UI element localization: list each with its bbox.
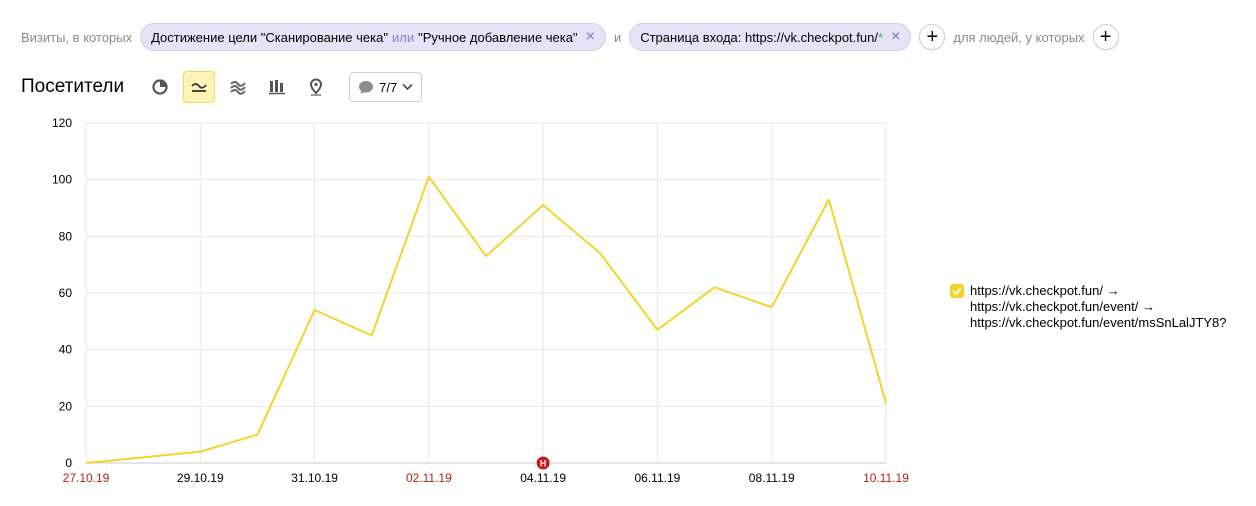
map-view-button[interactable] <box>300 71 332 103</box>
annotation-layer[interactable]: Н <box>535 455 551 471</box>
people-label: для людей, у которых <box>953 29 1085 45</box>
y-tick-label: 100 <box>52 173 72 187</box>
line-chart-view-button[interactable] <box>183 71 216 103</box>
x-tick-label: 10.11.19 <box>863 471 909 485</box>
x-tick-label: 04.11.19 <box>520 471 566 485</box>
bar-chart-icon <box>269 80 286 95</box>
data-point[interactable] <box>312 307 318 313</box>
entry-page-filter-chip[interactable]: Страница входа: https://vk.checkpot.fun/… <box>629 23 912 51</box>
x-tick-label: 31.10.19 <box>291 471 338 485</box>
x-tick-label: 29.10.19 <box>177 471 224 485</box>
notes-button[interactable]: 7/7 <box>349 72 423 102</box>
visits-label: Визиты, в которых <box>21 29 133 45</box>
data-point[interactable] <box>654 327 660 333</box>
series-line <box>85 175 887 464</box>
data-point[interactable] <box>254 432 260 438</box>
x-axis-ticks: 27.10.19 29.10.19 31.10.19 02.11.19 04.11.19… <box>63 471 910 485</box>
notes-count: 7/7 <box>379 79 398 95</box>
close-icon[interactable]: × <box>891 29 900 45</box>
legend-line: https://vk.checkpot.fun/event/msSnLalJTY… <box>970 315 1227 330</box>
x-tick-label: 06.11.19 <box>635 471 681 485</box>
entry-page-filter-text: Страница входа: https://vk.checkpot.fun/ <box>640 29 878 45</box>
plus-icon: + <box>1099 26 1112 48</box>
close-icon[interactable]: × <box>586 29 595 45</box>
data-point[interactable] <box>826 197 832 203</box>
data-point[interactable] <box>197 449 203 455</box>
y-tick-label: 40 <box>59 343 73 357</box>
chart-legend: https://vk.checkpot.fun/ → https://vk.ch… <box>950 283 1227 331</box>
wildcard-star: * <box>877 29 884 45</box>
data-point[interactable] <box>369 333 375 339</box>
y-tick-label: 0 <box>65 456 72 470</box>
data-point[interactable] <box>483 253 489 259</box>
pie-chart-view-button[interactable] <box>144 71 176 103</box>
goal-filter-part1: Достижение цели "Сканирование чека" <box>151 29 388 45</box>
data-point[interactable] <box>712 284 718 290</box>
data-point[interactable] <box>597 250 603 256</box>
map-pin-icon <box>310 78 323 96</box>
bar-chart-view-button[interactable] <box>261 71 293 103</box>
chevron-down-icon <box>402 83 413 91</box>
data-point[interactable] <box>883 401 889 407</box>
visitors-line-chart: 0 20 40 60 80 100 120 27.10.19 29.10.19 31.10.19… <box>52 116 910 485</box>
series-layer <box>83 174 889 466</box>
x-tick-label: 02.11.19 <box>406 471 452 485</box>
area-chart-view-button[interactable] <box>222 71 254 103</box>
line-chart-icon <box>191 83 207 92</box>
y-tick-label: 60 <box>59 286 73 300</box>
legend-line: https://vk.checkpot.fun/ → <box>970 283 1120 298</box>
annotation-label: Н <box>540 459 547 469</box>
data-point[interactable] <box>540 202 546 208</box>
chart-toolbar: Посетители 7/7 <box>21 70 423 104</box>
goal-filter-part2: "Ручное добавление чека" <box>418 29 578 45</box>
area-chart-icon <box>230 81 246 95</box>
segment-filter-bar: Визиты, в которых Достижение цели "Скани… <box>21 22 1119 52</box>
y-tick-label: 20 <box>59 399 73 413</box>
x-tick-label: 08.11.19 <box>749 471 795 485</box>
legend-line: https://vk.checkpot.fun/event/ → <box>970 299 1155 314</box>
add-visit-condition-button[interactable]: + <box>919 24 946 50</box>
legend-label: https://vk.checkpot.fun/ → https://vk.ch… <box>970 283 1227 331</box>
x-tick-label: 27.10.19 <box>63 471 110 485</box>
and-label: и <box>613 29 622 45</box>
plus-icon: + <box>926 26 939 48</box>
legend-checkbox[interactable] <box>950 284 964 298</box>
add-people-condition-button[interactable]: + <box>1092 24 1119 50</box>
check-icon <box>952 287 962 295</box>
goal-filter-chip[interactable]: Достижение цели "Сканирование чека" или … <box>140 23 606 51</box>
data-point[interactable] <box>83 460 89 466</box>
pie-chart-icon <box>152 79 168 95</box>
y-tick-label: 80 <box>59 229 73 243</box>
comment-icon <box>359 80 374 94</box>
chart-grid <box>85 122 887 464</box>
data-point[interactable] <box>769 304 775 310</box>
data-point[interactable] <box>140 454 146 460</box>
y-axis-ticks: 0 20 40 60 80 100 120 <box>52 116 72 470</box>
data-point[interactable] <box>426 174 432 180</box>
goal-filter-or: или <box>391 29 415 45</box>
page-title: Посетители <box>21 76 125 97</box>
y-tick-label: 120 <box>52 116 72 130</box>
